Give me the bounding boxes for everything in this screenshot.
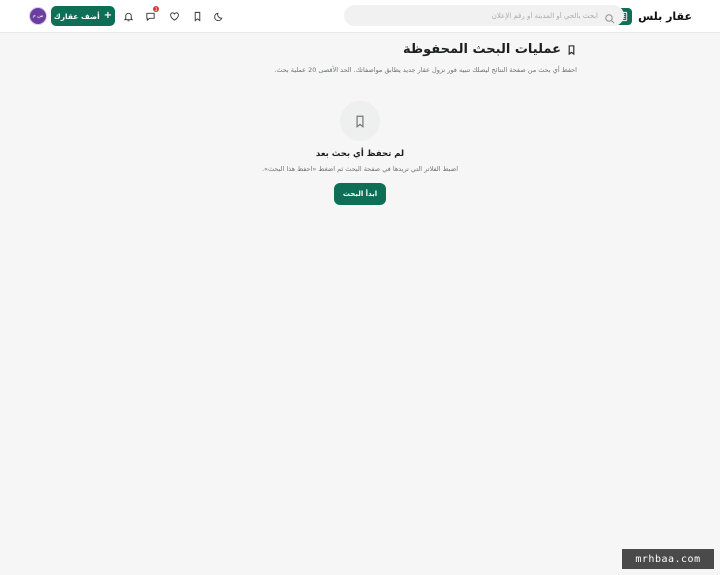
heart-icon (169, 11, 179, 21)
notifications-button[interactable] (121, 9, 135, 23)
saved-searches-button[interactable] (190, 9, 204, 23)
add-property-button[interactable]: + أضف عقارك (51, 6, 115, 26)
chat-icon (145, 12, 155, 21)
page-title: عمليات البحث المحفوظة (402, 42, 561, 57)
messages-button[interactable]: 3 (143, 6, 159, 23)
moon-icon (213, 12, 222, 21)
page-heading: عمليات البحث المحفوظة (403, 42, 577, 57)
search-icon (604, 10, 616, 23)
brand[interactable]: عقار بلس (615, 7, 692, 25)
empty-state-icon-circle (340, 101, 380, 141)
bookmark-icon (194, 11, 200, 22)
add-property-label: أضف عقارك (53, 11, 100, 21)
brand-name: عقار بلس (638, 9, 692, 23)
notifications-badge: 3 (153, 6, 159, 12)
page-description: احفظ أي بحث من صفحة النتائج ليصلك تنبيه … (274, 66, 577, 74)
avatar[interactable]: س م (29, 7, 47, 25)
top-header: عقار بلس ابحث بالحي أو المدينة أو رقم ال… (0, 0, 720, 33)
bell-icon (123, 12, 133, 21)
bookmark-icon (568, 44, 575, 55)
search-bar[interactable] (344, 5, 624, 26)
empty-state-title: لم تحفظ أي بحث بعد (315, 149, 405, 159)
watermark: mrhbaa.com (622, 549, 714, 569)
theme-toggle-button[interactable] (212, 9, 226, 23)
start-search-button[interactable]: ابدأ البحث (334, 183, 386, 205)
empty-state-description: اضبط الفلاتر التي تريدها في صفحة البحث ث… (261, 165, 459, 173)
plus-icon: + (103, 10, 113, 21)
favorites-button[interactable] (167, 9, 181, 23)
bookmark-icon (356, 115, 364, 128)
search-input[interactable] (352, 11, 598, 20)
